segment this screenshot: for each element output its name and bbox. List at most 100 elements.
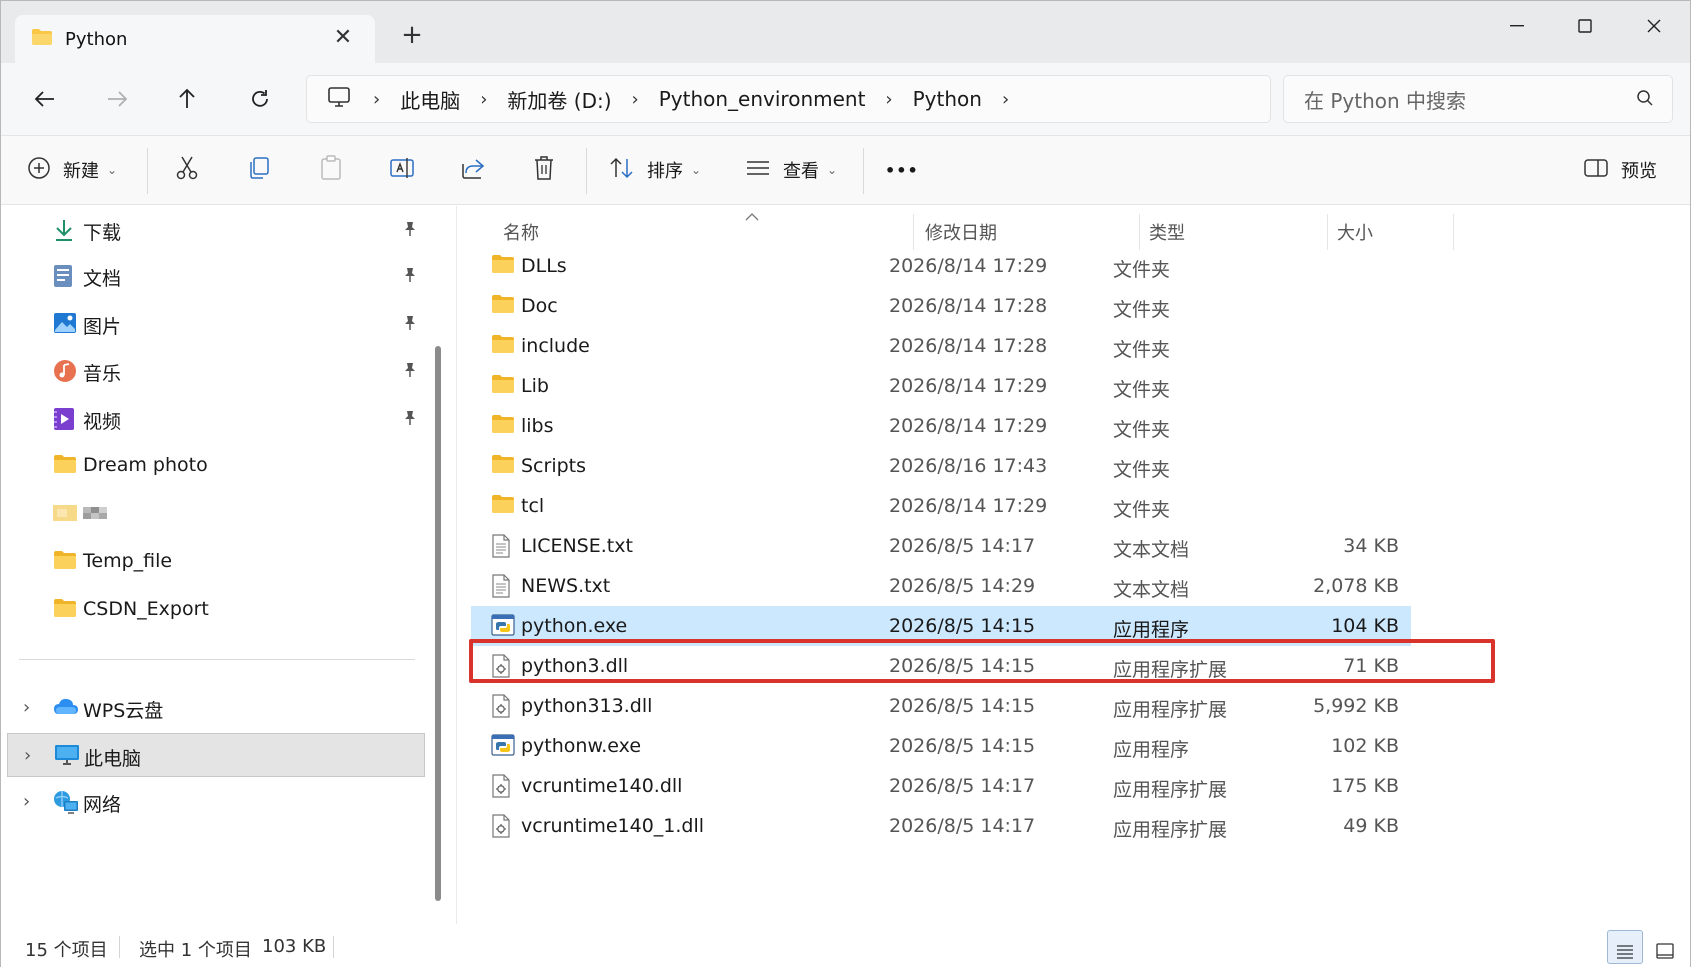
refresh-button[interactable] [240, 81, 280, 117]
file-type: 文件夹 [1113, 419, 1171, 441]
share-button[interactable] [461, 150, 487, 190]
file-type: 文件夹 [1113, 299, 1171, 321]
column-divider[interactable] [1327, 214, 1328, 250]
tab-python[interactable]: Python ✕ [15, 15, 375, 63]
back-button[interactable] [25, 81, 65, 117]
status-bar: 15 个项目 选中 1 个项目 103 KB [1, 924, 1690, 967]
chevron-right-icon[interactable]: › [632, 89, 639, 110]
file-row[interactable]: LICENSE.txt 2026/8/5 14:17 文本文档 34 KB [471, 526, 1691, 566]
sidebar-item-temp-file[interactable]: Temp_file [1, 540, 431, 584]
maximize-button[interactable] [1562, 11, 1608, 41]
file-name: libs [521, 415, 554, 437]
file-name: Scripts [521, 455, 587, 477]
documents-icon [53, 264, 73, 293]
preview-pane-icon [1583, 158, 1609, 183]
file-row[interactable]: Scripts 2026/8/16 17:43 文件夹 [471, 446, 1691, 486]
search-box[interactable]: 在 Python 中搜索 [1283, 75, 1673, 123]
preview-pane-button[interactable]: 预览 [1583, 150, 1657, 190]
column-header-date[interactable]: 修改日期 [925, 214, 1125, 250]
details-view-button[interactable] [1607, 930, 1643, 964]
navigation-pane: 下载 文档 图片 音乐 视频 Dream photo Temp_file CSD… [1, 206, 451, 924]
file-row[interactable]: tcl 2026/8/14 17:29 文件夹 [471, 486, 1691, 526]
new-button[interactable]: 新建 ⌄ [27, 150, 117, 190]
preview-label: 预览 [1621, 161, 1657, 182]
chevron-right-icon[interactable]: › [23, 697, 30, 718]
file-modified-date: 2026/8/16 17:43 [889, 455, 1048, 477]
rename-button[interactable] [389, 150, 415, 190]
chevron-right-icon[interactable]: › [24, 745, 31, 766]
sidebar-item-pictures[interactable]: 图片 [1, 302, 431, 346]
breadcrumb-python-environment[interactable]: Python_environment [659, 87, 866, 111]
delete-button[interactable] [533, 150, 555, 190]
tab-title: Python [65, 28, 128, 50]
chevron-right-icon[interactable]: › [1002, 89, 1009, 110]
list-view-icon [745, 158, 771, 183]
column-divider[interactable] [1453, 214, 1454, 250]
sidebar-item-music[interactable]: 音乐 [1, 349, 431, 393]
selection-size: 103 KB [262, 936, 327, 957]
more-options-button[interactable]: ••• [885, 150, 919, 190]
column-header-label: 大小 [1337, 223, 1373, 244]
sort-icon [609, 156, 635, 185]
sidebar-scrollbar[interactable] [435, 346, 441, 901]
minimize-button[interactable] [1494, 11, 1540, 41]
chevron-right-icon[interactable]: › [480, 89, 487, 110]
file-explorer-window: Python ✕ + › 此电脑 › 新加卷 (D:) › Python_env… [0, 0, 1691, 967]
file-type: 应用程序扩展 [1113, 819, 1228, 841]
file-row[interactable]: NEWS.txt 2026/8/5 14:29 文本文档 2,078 KB [471, 566, 1691, 606]
sidebar-item-dream-photo[interactable]: Dream photo [1, 444, 431, 488]
breadcrumb-drive-d[interactable]: 新加卷 (D:) [507, 85, 611, 114]
chevron-right-icon[interactable]: › [23, 791, 30, 812]
sidebar-item-label: Temp_file [83, 550, 173, 572]
chevron-right-icon[interactable]: › [885, 89, 892, 110]
close-window-button[interactable] [1631, 11, 1677, 41]
file-modified-date: 2026/8/14 17:28 [889, 335, 1048, 357]
file-type: 文本文档 [1113, 579, 1190, 601]
file-type: 文件夹 [1113, 259, 1171, 281]
sidebar-item-label: 网络 [83, 794, 122, 816]
clipboard-icon [319, 154, 343, 186]
sidebar-item-csdn-export[interactable]: CSDN_Export [1, 588, 431, 632]
add-circle-icon [27, 156, 51, 185]
breadcrumb-python[interactable]: Python [913, 87, 982, 111]
file-row[interactable]: include 2026/8/14 17:28 文件夹 [471, 326, 1691, 366]
column-divider[interactable] [1139, 214, 1140, 250]
file-row[interactable]: DLLs 2026/8/14 17:29 文件夹 [471, 246, 1691, 286]
up-button[interactable] [167, 81, 207, 117]
tiles-view-button[interactable] [1647, 930, 1683, 964]
pin-icon [403, 220, 417, 242]
file-name: vcruntime140.dll [521, 775, 683, 797]
column-header-type[interactable]: 类型 [1149, 214, 1309, 250]
sort-button[interactable]: 排序 ⌄ [609, 150, 701, 190]
forward-button[interactable] [97, 81, 137, 117]
sidebar-item-network[interactable]: › 网络 [1, 780, 431, 824]
address-bar[interactable]: › 此电脑 › 新加卷 (D:) › Python_environment › … [306, 75, 1271, 123]
column-divider[interactable] [913, 214, 914, 250]
file-size: 34 KB [1343, 535, 1399, 557]
file-row[interactable]: Doc 2026/8/14 17:28 文件夹 [471, 286, 1691, 326]
sidebar-item-videos[interactable]: 视频 [1, 397, 431, 441]
close-tab-button[interactable]: ✕ [329, 25, 357, 53]
file-row[interactable]: pythonw.exe 2026/8/5 14:15 应用程序 102 KB [471, 726, 1691, 766]
column-header-name[interactable]: 名称 [503, 213, 903, 250]
file-row[interactable]: vcruntime140_1.dll 2026/8/5 14:17 应用程序扩展 49… [471, 806, 1691, 846]
sidebar-item-label: 文档 [83, 268, 122, 290]
new-tab-button[interactable]: + [397, 21, 427, 51]
view-button[interactable]: 查看 ⌄ [745, 150, 837, 190]
copy-button[interactable] [247, 150, 271, 190]
file-type: 文件夹 [1113, 459, 1171, 481]
sidebar-item-downloads[interactable]: 下载 [1, 208, 431, 252]
breadcrumb-this-pc[interactable]: 此电脑 [400, 85, 460, 114]
file-row[interactable]: vcruntime140.dll 2026/8/5 14:17 应用程序扩展 175 … [471, 766, 1691, 806]
sidebar-item-documents[interactable]: 文档 [1, 254, 431, 298]
sidebar-item-this-pc[interactable]: › 此电脑 [7, 733, 425, 777]
file-row[interactable]: libs 2026/8/14 17:29 文件夹 [471, 406, 1691, 446]
file-row[interactable]: Lib 2026/8/14 17:29 文件夹 [471, 366, 1691, 406]
cut-button[interactable] [175, 150, 199, 190]
sidebar-item-wps-cloud[interactable]: › WPS云盘 [1, 686, 431, 730]
paste-button[interactable] [319, 150, 343, 190]
file-row[interactable]: python313.dll 2026/8/5 14:15 应用程序扩展 5,992 K… [471, 686, 1691, 726]
column-header-size[interactable]: 大小 [1337, 214, 1437, 250]
sidebar-item-blurred-folder[interactable] [1, 492, 431, 536]
chevron-right-icon: › [373, 88, 381, 110]
